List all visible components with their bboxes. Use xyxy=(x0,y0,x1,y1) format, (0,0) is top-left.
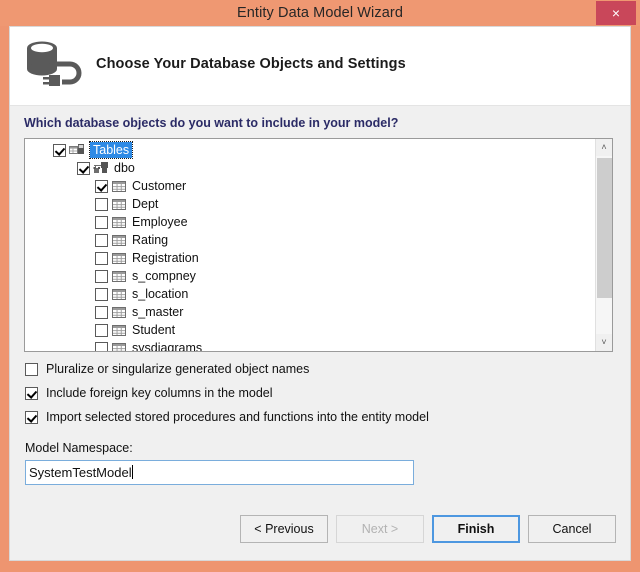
tree-node-label: Rating xyxy=(132,233,169,247)
database-connection-icon xyxy=(22,39,84,95)
option-foreign-keys[interactable]: Include foreign key columns in the model xyxy=(25,386,273,400)
option-stored-procedures[interactable]: Import selected stored procedures and fu… xyxy=(25,410,429,424)
cancel-button[interactable]: Cancel xyxy=(528,515,616,543)
wizard-header: Choose Your Database Objects and Setting… xyxy=(10,27,630,106)
close-icon[interactable]: × xyxy=(596,1,636,25)
tree-row[interactable]: Employee xyxy=(25,213,595,231)
tree-row[interactable]: Customer xyxy=(25,177,595,195)
tree-node-label: Student xyxy=(132,323,176,337)
option-label: Import selected stored procedures and fu… xyxy=(46,410,429,424)
tree-node-label: s_master xyxy=(132,305,184,319)
checkbox-stored-procedures[interactable] xyxy=(25,410,38,424)
next-button: Next > xyxy=(336,515,424,543)
scroll-down-icon[interactable]: ˅ xyxy=(596,334,612,351)
wizard-window: Entity Data Model Wizard × Choose Your D… xyxy=(0,0,640,572)
table-icon xyxy=(112,199,126,210)
model-namespace-label: Model Namespace: xyxy=(25,441,133,455)
tree-scrollbar[interactable]: ˄ ˅ xyxy=(595,139,612,351)
tree-node-label: sysdiagrams xyxy=(132,341,203,352)
tree-node-checkbox[interactable] xyxy=(95,197,108,211)
tree-row[interactable]: s_location xyxy=(25,285,595,303)
tree-row[interactable]: sysdiagrams xyxy=(25,339,595,352)
tree-row[interactable]: s_compney xyxy=(25,267,595,285)
tree-node-checkbox[interactable] xyxy=(95,323,108,337)
checkbox-foreign-keys[interactable] xyxy=(25,386,38,400)
table-icon xyxy=(112,181,126,192)
tree-node-checkbox[interactable] xyxy=(77,161,90,175)
table-icon xyxy=(112,289,126,300)
tree-node-label: Dept xyxy=(132,197,159,211)
tree-node-checkbox[interactable] xyxy=(95,179,108,193)
window-title: Entity Data Model Wizard xyxy=(237,5,403,21)
tree-row[interactable]: Rating xyxy=(25,231,595,249)
table-icon xyxy=(112,217,126,228)
tree-node-checkbox[interactable] xyxy=(95,269,108,283)
database-objects-tree[interactable]: Tables dbo Customer Dept Employee Rating Regis… xyxy=(24,138,613,352)
option-pluralize[interactable]: Pluralize or singularize generated objec… xyxy=(25,362,309,376)
tree-row[interactable]: dbo xyxy=(25,159,595,177)
finish-button[interactable]: Finish xyxy=(432,515,520,543)
tree-row[interactable]: Dept xyxy=(25,195,595,213)
page-title: Choose Your Database Objects and Setting… xyxy=(96,56,406,72)
tree-row[interactable]: Registration xyxy=(25,249,595,267)
tree-node-label: Registration xyxy=(132,251,199,265)
content-area: Which database objects do you want to in… xyxy=(10,107,630,560)
table-icon xyxy=(112,343,126,351)
tree-row[interactable]: Tables xyxy=(25,141,595,159)
tree-node-checkbox[interactable] xyxy=(95,305,108,319)
scrollbar-thumb[interactable] xyxy=(597,158,612,298)
previous-button[interactable]: < Previous xyxy=(240,515,328,543)
table-icon xyxy=(112,253,126,264)
text-caret xyxy=(131,465,133,479)
tree-rows: Tables dbo Customer Dept Employee Rating Regis… xyxy=(25,141,595,352)
tree-node-checkbox[interactable] xyxy=(53,143,66,157)
schema-icon xyxy=(93,162,108,173)
option-label: Include foreign key columns in the model xyxy=(46,386,273,400)
tree-node-label: s_compney xyxy=(132,269,196,283)
tree-node-checkbox[interactable] xyxy=(95,287,108,301)
checkbox-pluralize[interactable] xyxy=(25,362,38,376)
tree-row[interactable]: s_master xyxy=(25,303,595,321)
model-namespace-input[interactable]: SystemTestModel xyxy=(25,460,414,485)
tree-row[interactable]: Student xyxy=(25,321,595,339)
table-icon xyxy=(112,325,126,336)
tree-node-label: Employee xyxy=(132,215,188,229)
tree-node-checkbox[interactable] xyxy=(95,341,108,351)
tree-node-label: Customer xyxy=(132,179,187,193)
title-bar: Entity Data Model Wizard × xyxy=(0,0,640,26)
tree-node-label: Tables xyxy=(88,141,134,159)
option-label: Pluralize or singularize generated objec… xyxy=(46,362,310,376)
table-icon xyxy=(112,307,126,318)
table-icon xyxy=(112,271,126,282)
scroll-up-icon[interactable]: ˄ xyxy=(596,139,612,156)
tables-folder-icon xyxy=(69,144,84,154)
tree-node-checkbox[interactable] xyxy=(95,215,108,229)
tree-node-checkbox[interactable] xyxy=(95,251,108,265)
table-icon xyxy=(112,235,126,246)
tree-node-label: s_location xyxy=(132,287,189,301)
tree-node-label: dbo xyxy=(114,161,135,175)
dialog-body: Choose Your Database Objects and Setting… xyxy=(9,26,631,561)
model-namespace-value: SystemTestModel xyxy=(29,465,132,480)
tree-node-checkbox[interactable] xyxy=(95,233,108,247)
prompt-label: Which database objects do you want to in… xyxy=(24,116,399,130)
